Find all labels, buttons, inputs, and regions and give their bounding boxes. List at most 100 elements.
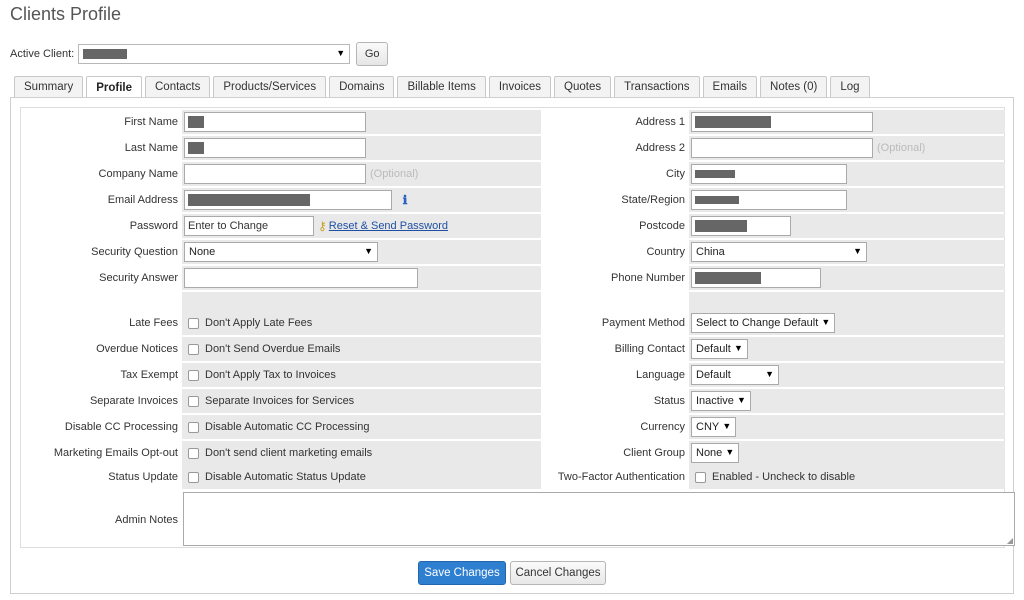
tab-profile[interactable]: Profile (86, 76, 142, 98)
billing-contact-select[interactable]: Default ▼ (691, 339, 748, 359)
marketing-opt-out-checkbox[interactable] (188, 447, 199, 459)
save-changes-button[interactable]: Save Changes (418, 561, 506, 585)
marketing-opt-out-checkbox-label: Don't send client marketing emails (205, 447, 373, 459)
late-fees-checkbox[interactable] (188, 317, 199, 329)
reset-send-password-link[interactable]: Reset & Send Password (329, 220, 448, 232)
tab-domains[interactable]: Domains (329, 76, 395, 97)
row-email: Email Address ℹ (21, 188, 541, 212)
tab-notes[interactable]: Notes (0) (760, 76, 828, 97)
row-separate-invoices: Separate Invoices Separate Invoices for … (21, 389, 541, 413)
postcode-input[interactable] (691, 216, 791, 236)
billing-contact-value: Default (696, 343, 731, 355)
chevron-down-icon: ▼ (765, 369, 774, 379)
phone-label: Phone Number (611, 272, 685, 284)
tab-quotes[interactable]: Quotes (554, 76, 612, 97)
tab-emails[interactable]: Emails (702, 76, 758, 97)
phone-input[interactable] (691, 268, 821, 288)
tab-products-services[interactable]: Products/Services (213, 76, 327, 97)
row-first-name: First Name (21, 110, 541, 134)
status-update-checkbox[interactable] (188, 471, 199, 483)
address2-input[interactable] (691, 138, 873, 158)
tab-contacts[interactable]: Contacts (145, 76, 211, 97)
row-phone: Phone Number (548, 266, 1005, 290)
country-select[interactable]: China ▼ (691, 242, 867, 262)
company-name-label: Company Name (98, 168, 178, 180)
state-input[interactable] (691, 190, 847, 210)
payment-method-select[interactable]: Select to Change Default ▼ (691, 313, 836, 333)
resize-grip-icon[interactable]: ◢ (1007, 536, 1013, 545)
row-status-update: Status Update Disable Automatic Status U… (21, 465, 541, 489)
tab-invoices[interactable]: Invoices (488, 76, 552, 97)
last-name-input[interactable] (184, 138, 366, 158)
row-overdue-notices: Overdue Notices Don't Send Overdue Email… (21, 337, 541, 361)
email-input[interactable] (184, 190, 392, 210)
security-question-select[interactable]: None ▼ (184, 242, 378, 262)
overdue-notices-checkbox[interactable] (188, 343, 199, 355)
client-group-value: None (696, 447, 723, 459)
two-factor-checkbox[interactable] (695, 471, 706, 483)
row-city: City (548, 162, 1005, 186)
language-value: Default (696, 369, 731, 381)
client-group-select[interactable]: None ▼ (691, 443, 740, 463)
cancel-changes-button[interactable]: Cancel Changes (510, 561, 606, 585)
row-language: Language Default ▼ (548, 363, 1005, 387)
tax-exempt-label: Tax Exempt (120, 369, 178, 381)
row-security-question: Security Question None ▼ (21, 240, 541, 264)
tax-exempt-checkbox[interactable] (188, 369, 199, 381)
first-name-input[interactable] (184, 112, 366, 132)
disable-cc-checkbox[interactable] (188, 421, 199, 433)
two-factor-checkbox-label: Enabled - Uncheck to disable (712, 471, 856, 483)
separate-invoices-checkbox[interactable] (188, 395, 199, 407)
chevron-down-icon: ▼ (722, 421, 732, 431)
company-optional-hint: (Optional) (370, 168, 419, 180)
row-postcode: Postcode (548, 214, 1005, 238)
disable-cc-checkbox-label: Disable Automatic CC Processing (205, 421, 370, 433)
password-input[interactable]: Enter to Change (184, 216, 314, 236)
row-address2: Address 2 (Optional) (548, 136, 1005, 160)
active-client-label: Active Client: (10, 48, 75, 60)
row-security-answer: Security Answer (21, 266, 541, 290)
active-client-row: Active Client: ▼ Go (10, 42, 389, 66)
profile-form: First Name Last Name Company Name (Optio… (20, 107, 1015, 548)
tab-log[interactable]: Log (830, 76, 870, 97)
tab-bar: Summary Profile Contacts Products/Servic… (14, 76, 870, 98)
country-label: Country (646, 246, 685, 258)
admin-notes-textarea[interactable]: ◢ (183, 492, 1015, 546)
status-label: Status (653, 395, 685, 407)
chevron-down-icon: ▼ (733, 343, 743, 353)
info-icon[interactable]: ℹ (398, 193, 412, 207)
separate-invoices-checkbox-label: Separate Invoices for Services (205, 395, 355, 407)
first-name-label: First Name (124, 116, 178, 128)
status-select[interactable]: Inactive ▼ (691, 391, 751, 411)
active-client-select[interactable]: ▼ (78, 44, 351, 64)
tax-exempt-checkbox-label: Don't Apply Tax to Invoices (205, 369, 336, 381)
go-button[interactable]: Go (356, 42, 389, 66)
security-answer-input[interactable] (184, 268, 418, 288)
city-input[interactable] (691, 164, 847, 184)
admin-notes-label: Admin Notes (115, 514, 178, 526)
row-marketing-opt-out: Marketing Emails Opt-out Don't send clie… (21, 441, 541, 465)
language-select[interactable]: Default ▼ (691, 365, 779, 385)
redacted-client-name (83, 49, 128, 59)
separate-invoices-label: Separate Invoices (89, 395, 178, 407)
tab-billable-items[interactable]: Billable Items (397, 76, 486, 97)
company-name-input[interactable] (184, 164, 366, 184)
row-last-name: Last Name (21, 136, 541, 160)
state-label: State/Region (621, 194, 685, 206)
tab-summary[interactable]: Summary (14, 76, 84, 97)
tab-transactions[interactable]: Transactions (614, 76, 700, 97)
late-fees-label: Late Fees (129, 317, 178, 329)
overdue-notices-label: Overdue Notices (96, 343, 178, 355)
row-payment-method: Payment Method Select to Change Default ▼ (548, 311, 1005, 335)
profile-panel: First Name Last Name Company Name (Optio… (10, 97, 1015, 594)
currency-select[interactable]: CNY ▼ (691, 417, 737, 437)
two-factor-label: Two-Factor Authentication (557, 471, 685, 483)
disable-cc-label: Disable CC Processing (64, 421, 178, 433)
currency-label: Currency (640, 421, 685, 433)
address1-input[interactable] (691, 112, 873, 132)
security-answer-label: Security Answer (99, 272, 178, 284)
country-value: China (696, 246, 725, 258)
key-icon: ⚷ (318, 219, 327, 233)
overdue-notices-checkbox-label: Don't Send Overdue Emails (205, 343, 341, 355)
chevron-down-icon: ▼ (364, 246, 373, 256)
